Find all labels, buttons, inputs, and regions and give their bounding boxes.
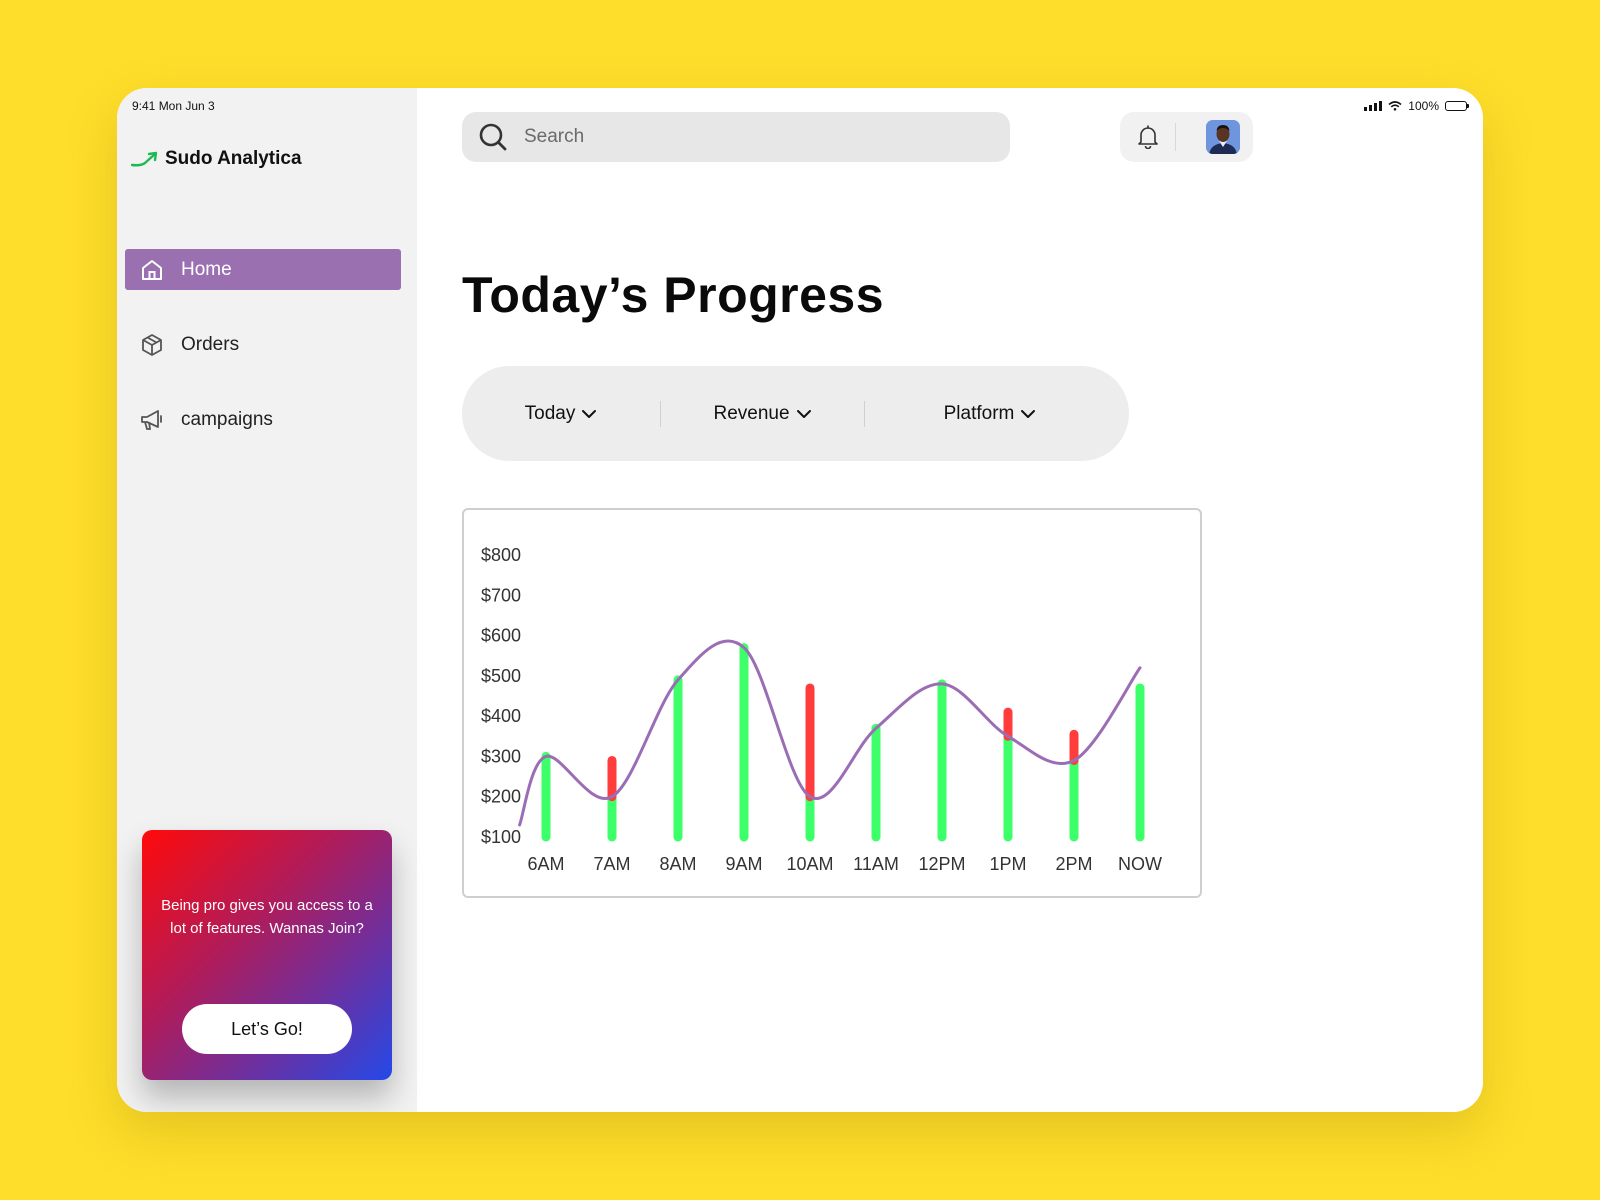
x-tick-label: 6AM bbox=[527, 854, 564, 874]
sidebar-item-label: campaigns bbox=[181, 408, 273, 430]
package-icon bbox=[139, 332, 165, 358]
brand-name: Sudo Analytica bbox=[165, 148, 302, 169]
megaphone-icon bbox=[139, 407, 165, 433]
sidebar-item-campaigns[interactable]: campaigns bbox=[125, 399, 401, 440]
tablet-frame: 9:41 Mon Jun 3 Sudo Analytica Home Order… bbox=[117, 88, 1483, 1112]
trend-up-arrow-icon bbox=[131, 151, 158, 167]
x-tick-label: 11AM bbox=[853, 854, 899, 874]
avatar[interactable] bbox=[1206, 120, 1240, 154]
y-tick-label: $700 bbox=[481, 585, 521, 605]
y-tick-label: $500 bbox=[481, 666, 521, 686]
revenue-chart: $800 $700 $600 $500 $400 $300 $200 $100 6AM 7AM 8A… bbox=[481, 545, 1162, 874]
battery-icon bbox=[1445, 101, 1469, 111]
lets-go-button[interactable]: Let’s Go! bbox=[182, 1004, 352, 1054]
filter-label: Today bbox=[524, 402, 576, 424]
filter-label: Platform bbox=[943, 402, 1015, 424]
filter-label: Revenue bbox=[713, 402, 790, 424]
y-tick-label: $200 bbox=[481, 787, 521, 807]
page-title: Today’s Progress bbox=[462, 266, 885, 323]
sidebar-item-orders[interactable]: Orders bbox=[125, 324, 401, 365]
x-tick-label: 1PM bbox=[989, 854, 1026, 874]
x-tick-label: 9AM bbox=[725, 854, 762, 874]
chevron-down-icon bbox=[1021, 409, 1036, 418]
home-icon bbox=[139, 257, 165, 283]
sidebar-item-label: Orders bbox=[181, 333, 240, 355]
user-avatar-icon bbox=[1206, 120, 1240, 154]
y-tick-label: $400 bbox=[481, 706, 521, 726]
status-bar-right: 100% bbox=[1364, 99, 1469, 113]
x-tick-label: 7AM bbox=[593, 854, 630, 874]
filter-platform-dropdown[interactable]: Platform bbox=[865, 366, 1115, 461]
cellular-signal-icon bbox=[1364, 101, 1383, 111]
chevron-down-icon bbox=[796, 409, 811, 418]
sidebar: 9:41 Mon Jun 3 Sudo Analytica Home Order… bbox=[117, 88, 417, 1112]
pro-upgrade-card: Being pro gives you access to a lot of f… bbox=[142, 830, 392, 1080]
wifi-icon bbox=[1388, 101, 1402, 111]
bell-icon bbox=[1137, 125, 1158, 149]
x-tick-label: 10AM bbox=[786, 854, 833, 874]
revenue-chart-card: $800 $700 $600 $500 $400 $300 $200 $100 6AM 7AM 8A… bbox=[462, 508, 1202, 898]
sidebar-item-home[interactable]: Home bbox=[125, 249, 401, 290]
trend-line bbox=[518, 639, 1142, 827]
brand[interactable]: Sudo Analytica bbox=[131, 148, 302, 170]
search-input[interactable] bbox=[522, 125, 966, 149]
search-icon bbox=[479, 123, 507, 151]
sidebar-item-label: Home bbox=[181, 258, 232, 280]
chevron-down-icon bbox=[582, 409, 597, 418]
y-tick-label: $600 bbox=[481, 626, 521, 646]
battery-percent: 100% bbox=[1408, 99, 1439, 113]
x-tick-label: 8AM bbox=[659, 854, 696, 874]
filter-revenue-dropdown[interactable]: Revenue bbox=[661, 366, 864, 461]
header-actions bbox=[1120, 112, 1253, 162]
x-tick-label: NOW bbox=[1118, 854, 1162, 874]
y-tick-label: $100 bbox=[481, 827, 521, 847]
notifications-button[interactable] bbox=[1120, 112, 1175, 162]
divider bbox=[1175, 123, 1176, 151]
y-tick-label: $300 bbox=[481, 746, 521, 766]
y-tick-label: $800 bbox=[481, 545, 521, 565]
filter-today-dropdown[interactable]: Today bbox=[462, 366, 660, 461]
x-tick-label: 2PM bbox=[1055, 854, 1092, 874]
promo-text: Being pro gives you access to a lot of f… bbox=[161, 897, 373, 937]
filter-bar: Today Revenue Platform bbox=[462, 366, 1129, 461]
x-tick-label: 12PM bbox=[918, 854, 965, 874]
status-time: 9:41 Mon Jun 3 bbox=[132, 99, 215, 113]
search-bar[interactable] bbox=[462, 112, 1010, 162]
